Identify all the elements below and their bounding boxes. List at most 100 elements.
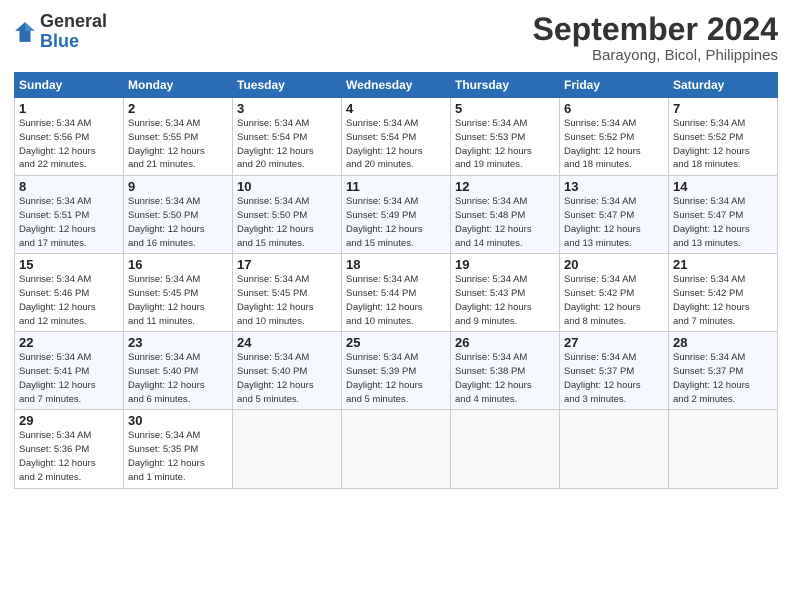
- table-cell: 17Sunrise: 5:34 AMSunset: 5:45 PMDayligh…: [233, 254, 342, 332]
- table-cell: [342, 410, 451, 488]
- week-row-1: 1 Sunrise: 5:34 AMSunset: 5:56 PMDaylight…: [15, 98, 778, 176]
- day-detail: Sunrise: 5:34 AMSunset: 5:50 PMDaylight:…: [128, 196, 205, 248]
- week-row-4: 22 Sunrise: 5:34 AMSunset: 5:41 PMDayligh…: [15, 332, 778, 410]
- day-detail: Sunrise: 5:34 AMSunset: 5:56 PMDaylight:…: [19, 118, 96, 170]
- table-cell: 12 Sunrise: 5:34 AMSunset: 5:48 PMDayligh…: [451, 176, 560, 254]
- table-cell: 29Sunrise: 5:34 AMSunset: 5:36 PMDayligh…: [15, 410, 124, 488]
- day-number: 4: [346, 101, 446, 116]
- day-detail: Sunrise: 5:34 AMSunset: 5:47 PMDaylight:…: [564, 196, 641, 248]
- logo: General Blue: [14, 12, 107, 52]
- table-cell: 27 Sunrise: 5:34 AMSunset: 5:37 PMDayligh…: [560, 332, 669, 410]
- table-cell: 20 Sunrise: 5:34 AMSunset: 5:42 PMDayligh…: [560, 254, 669, 332]
- calendar-table: Sunday Monday Tuesday Wednesday Thursday…: [14, 72, 778, 488]
- day-detail: Sunrise: 5:34 AMSunset: 5:47 PMDaylight:…: [673, 196, 750, 248]
- table-cell: 13 Sunrise: 5:34 AMSunset: 5:47 PMDayligh…: [560, 176, 669, 254]
- table-cell: 4Sunrise: 5:34 AMSunset: 5:54 PMDaylight…: [342, 98, 451, 176]
- day-detail: Sunrise: 5:34 AMSunset: 5:40 PMDaylight:…: [128, 352, 205, 404]
- day-number: 1: [19, 101, 119, 116]
- day-detail: Sunrise: 5:34 AMSunset: 5:50 PMDaylight:…: [237, 196, 314, 248]
- col-friday: Friday: [560, 73, 669, 98]
- table-cell: 21 Sunrise: 5:34 AMSunset: 5:42 PMDayligh…: [669, 254, 778, 332]
- col-tuesday: Tuesday: [233, 73, 342, 98]
- day-detail: Sunrise: 5:34 AMSunset: 5:54 PMDaylight:…: [237, 118, 314, 170]
- table-cell: 8Sunrise: 5:34 AMSunset: 5:51 PMDaylight…: [15, 176, 124, 254]
- week-row-2: 8Sunrise: 5:34 AMSunset: 5:51 PMDaylight…: [15, 176, 778, 254]
- table-cell: [669, 410, 778, 488]
- day-number: 15: [19, 257, 119, 272]
- day-detail: Sunrise: 5:34 AMSunset: 5:38 PMDaylight:…: [455, 352, 532, 404]
- day-detail: Sunrise: 5:34 AMSunset: 5:46 PMDaylight:…: [19, 274, 96, 326]
- day-number: 26: [455, 335, 555, 350]
- day-detail: Sunrise: 5:34 AMSunset: 5:36 PMDaylight:…: [19, 430, 96, 482]
- day-detail: Sunrise: 5:34 AMSunset: 5:49 PMDaylight:…: [346, 196, 423, 248]
- day-detail: Sunrise: 5:34 AMSunset: 5:42 PMDaylight:…: [564, 274, 641, 326]
- table-cell: 6Sunrise: 5:34 AMSunset: 5:52 PMDaylight…: [560, 98, 669, 176]
- day-detail: Sunrise: 5:34 AMSunset: 5:40 PMDaylight:…: [237, 352, 314, 404]
- table-cell: 7Sunrise: 5:34 AMSunset: 5:52 PMDaylight…: [669, 98, 778, 176]
- day-number: 8: [19, 179, 119, 194]
- table-cell: 15 Sunrise: 5:34 AMSunset: 5:46 PMDayligh…: [15, 254, 124, 332]
- title-block: September 2024 Barayong, Bicol, Philippi…: [533, 12, 778, 64]
- day-detail: Sunrise: 5:34 AMSunset: 5:45 PMDaylight:…: [237, 274, 314, 326]
- day-number: 5: [455, 101, 555, 116]
- table-cell: 9 Sunrise: 5:34 AMSunset: 5:50 PMDaylight…: [124, 176, 233, 254]
- day-number: 24: [237, 335, 337, 350]
- day-detail: Sunrise: 5:34 AMSunset: 5:39 PMDaylight:…: [346, 352, 423, 404]
- day-detail: Sunrise: 5:34 AMSunset: 5:53 PMDaylight:…: [455, 118, 532, 170]
- table-cell: 26 Sunrise: 5:34 AMSunset: 5:38 PMDayligh…: [451, 332, 560, 410]
- day-detail: Sunrise: 5:34 AMSunset: 5:52 PMDaylight:…: [673, 118, 750, 170]
- table-cell: 24 Sunrise: 5:34 AMSunset: 5:40 PMDayligh…: [233, 332, 342, 410]
- day-detail: Sunrise: 5:34 AMSunset: 5:35 PMDaylight:…: [128, 430, 205, 482]
- day-detail: Sunrise: 5:34 AMSunset: 5:55 PMDaylight:…: [128, 118, 205, 170]
- table-cell: 14 Sunrise: 5:34 AMSunset: 5:47 PMDayligh…: [669, 176, 778, 254]
- table-cell: 28Sunrise: 5:34 AMSunset: 5:37 PMDayligh…: [669, 332, 778, 410]
- header-row: Sunday Monday Tuesday Wednesday Thursday…: [15, 73, 778, 98]
- day-number: 18: [346, 257, 446, 272]
- week-row-5: 29Sunrise: 5:34 AMSunset: 5:36 PMDayligh…: [15, 410, 778, 488]
- table-cell: 11Sunrise: 5:34 AMSunset: 5:49 PMDayligh…: [342, 176, 451, 254]
- col-wednesday: Wednesday: [342, 73, 451, 98]
- logo-text: General Blue: [40, 12, 107, 52]
- day-number: 20: [564, 257, 664, 272]
- table-cell: 3Sunrise: 5:34 AMSunset: 5:54 PMDaylight…: [233, 98, 342, 176]
- table-cell: [560, 410, 669, 488]
- location-title: Barayong, Bicol, Philippines: [533, 47, 778, 64]
- day-detail: Sunrise: 5:34 AMSunset: 5:37 PMDaylight:…: [564, 352, 641, 404]
- day-detail: Sunrise: 5:34 AMSunset: 5:48 PMDaylight:…: [455, 196, 532, 248]
- col-sunday: Sunday: [15, 73, 124, 98]
- day-number: 22: [19, 335, 119, 350]
- day-number: 21: [673, 257, 773, 272]
- table-cell: 25 Sunrise: 5:34 AMSunset: 5:39 PMDayligh…: [342, 332, 451, 410]
- table-cell: 18 Sunrise: 5:34 AMSunset: 5:44 PMDayligh…: [342, 254, 451, 332]
- col-thursday: Thursday: [451, 73, 560, 98]
- logo-icon: [14, 21, 36, 43]
- day-number: 23: [128, 335, 228, 350]
- table-cell: 16Sunrise: 5:34 AMSunset: 5:45 PMDayligh…: [124, 254, 233, 332]
- page-header: General Blue September 2024 Barayong, Bi…: [14, 12, 778, 64]
- day-number: 14: [673, 179, 773, 194]
- table-cell: 1 Sunrise: 5:34 AMSunset: 5:56 PMDaylight…: [15, 98, 124, 176]
- table-cell: 23 Sunrise: 5:34 AMSunset: 5:40 PMDayligh…: [124, 332, 233, 410]
- day-number: 6: [564, 101, 664, 116]
- day-detail: Sunrise: 5:34 AMSunset: 5:44 PMDaylight:…: [346, 274, 423, 326]
- day-number: 25: [346, 335, 446, 350]
- col-saturday: Saturday: [669, 73, 778, 98]
- day-number: 2: [128, 101, 228, 116]
- logo-general-text: General: [40, 11, 107, 31]
- day-number: 13: [564, 179, 664, 194]
- month-title: September 2024: [533, 12, 778, 47]
- day-number: 10: [237, 179, 337, 194]
- table-cell: [233, 410, 342, 488]
- day-number: 16: [128, 257, 228, 272]
- day-number: 12: [455, 179, 555, 194]
- week-row-3: 15 Sunrise: 5:34 AMSunset: 5:46 PMDayligh…: [15, 254, 778, 332]
- table-cell: [451, 410, 560, 488]
- table-cell: 30 Sunrise: 5:34 AMSunset: 5:35 PMDayligh…: [124, 410, 233, 488]
- table-cell: 2 Sunrise: 5:34 AMSunset: 5:55 PMDaylight…: [124, 98, 233, 176]
- day-number: 30: [128, 413, 228, 428]
- day-number: 9: [128, 179, 228, 194]
- day-number: 27: [564, 335, 664, 350]
- col-monday: Monday: [124, 73, 233, 98]
- day-detail: Sunrise: 5:34 AMSunset: 5:41 PMDaylight:…: [19, 352, 96, 404]
- day-detail: Sunrise: 5:34 AMSunset: 5:42 PMDaylight:…: [673, 274, 750, 326]
